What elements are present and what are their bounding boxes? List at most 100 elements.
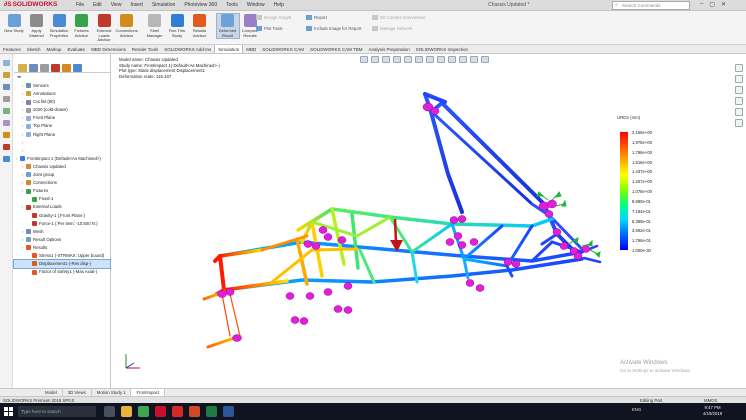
manage-network-button[interactable]: Manage Network (372, 26, 412, 32)
tree-item-mesh[interactable]: › Mesh (14, 228, 110, 236)
3d-content-intervention-button[interactable]: 3D Content Intervention (372, 15, 425, 21)
resources-icon[interactable] (3, 156, 10, 162)
tree-item-right-plane[interactable]: › Right Plane (14, 131, 110, 139)
design-insight-button[interactable]: Design Insight (256, 15, 291, 21)
taskbar-search-input[interactable]: Type here to search (18, 406, 96, 417)
folder-icon[interactable] (3, 72, 10, 78)
legend-color-bar[interactable] (620, 132, 628, 250)
tab-solidworks-cam[interactable]: SOLIDWORKS CAM (259, 45, 307, 53)
display-pane-icon[interactable] (481, 56, 489, 63)
view-orientation-icon[interactable] (415, 56, 423, 63)
tree-item-result-options[interactable]: › Result Options (14, 236, 110, 244)
tree-item-1020-cold-drawn[interactable]: › 1020 (cold-drawn) (14, 106, 110, 114)
bottom-tab-motion-study-1[interactable]: Motion Study 1 (92, 389, 132, 396)
word-icon[interactable] (223, 406, 234, 417)
tree-item-sensors[interactable]: › Sensors (14, 82, 110, 90)
minimize-button[interactable]: – (700, 1, 703, 8)
tab-mbd-dimensions[interactable]: MBD Dimensions (88, 45, 129, 53)
new-study-button[interactable]: New Study (3, 14, 25, 34)
zoom-to-fit-icon[interactable] (360, 56, 368, 63)
tab-render-tools[interactable]: Render Tools (129, 45, 161, 53)
connections-advisor-button[interactable]: Connections Advisor (116, 14, 138, 38)
design-library-icon[interactable] (3, 84, 10, 90)
view-palette-icon[interactable] (735, 97, 743, 105)
search-commands-input[interactable]: ⌕ Search Commands (612, 1, 690, 10)
appearances-icon[interactable] (3, 120, 10, 126)
tab-sketch[interactable]: Sketch (24, 45, 44, 53)
tree-item-blank[interactable]: › (14, 139, 110, 147)
system-clock[interactable]: 9:47 PM 4/19/2019 (703, 405, 722, 417)
tree-item-frontimpact-1-default-as-machi[interactable]: › Frontimpact 1 (Default<As Machined>) (14, 155, 110, 163)
cam-tab-icon[interactable] (73, 64, 82, 72)
tree-item-external-loads[interactable]: › External Loads (14, 203, 110, 211)
close-button[interactable]: ✕ (721, 1, 726, 8)
include-image-for-report-button[interactable]: Include Image for Report (306, 26, 361, 32)
tree-item-displacement1-res-disp[interactable]: Displacement1 (-Res disp-) (13, 259, 111, 270)
tree-item-chassis-updated[interactable]: › Chassis Updated (14, 163, 110, 171)
zoom-to-area-icon[interactable] (371, 56, 379, 63)
tree-item-fixed-1[interactable]: Fixed-1 (14, 195, 110, 203)
system-tray-language[interactable]: ENG (632, 407, 641, 412)
solidworks-logo[interactable]: ∂SSOLIDWORKS (4, 1, 57, 8)
expand-arrow-icon[interactable]: › (22, 147, 26, 155)
external-loads-advisor-button[interactable]: External Loads Advisor (93, 14, 115, 43)
menu-view[interactable]: View (111, 2, 122, 8)
menu-file[interactable]: File (76, 2, 84, 8)
menu-window[interactable]: Window (247, 2, 265, 8)
tree-item-gravity-1-front-plane[interactable]: Gravity-1 (:Front Plane:) (14, 212, 110, 220)
tree-item-force-1-per-item-10-500-n[interactable]: Force-1 (:Per item: -10,500 N:) (14, 220, 110, 228)
tab-solidworks-inspection[interactable]: SOLIDWORKS Inspection (413, 45, 471, 53)
view-settings-icon[interactable] (470, 56, 478, 63)
edit-appearance-icon[interactable] (448, 56, 456, 63)
deformed-result-button[interactable]: Deformed Result (215, 13, 240, 39)
tree-item-connections[interactable]: › Connections (14, 179, 110, 187)
display-manager-tab-icon[interactable] (62, 64, 71, 72)
appearances-icon[interactable] (735, 108, 743, 116)
section-view-icon[interactable] (393, 56, 401, 63)
tree-item-joint-group[interactable]: › Joint group (14, 171, 110, 179)
display-style-icon[interactable] (426, 56, 434, 63)
custom-properties-icon[interactable] (3, 132, 10, 138)
report-button[interactable]: Report (306, 15, 327, 21)
bottom-tab-frontimpact[interactable]: Frontimpact (131, 389, 166, 396)
chrome-icon[interactable] (138, 406, 149, 417)
tab-solidworks-cam-tbm[interactable]: SOLIDWORKS CAM TBM (307, 45, 365, 53)
feature-manager-tab-icon[interactable] (18, 64, 27, 72)
tab-markup[interactable]: Markup (44, 45, 65, 53)
fixtures-advisor-button[interactable]: Fixtures Advisor (71, 14, 93, 38)
hide-show-icon[interactable] (437, 56, 445, 63)
forum-icon[interactable] (3, 144, 10, 150)
excel-icon[interactable] (206, 406, 217, 417)
solidworks-icon[interactable] (172, 406, 183, 417)
tree-item-cut-list-80[interactable]: › Cut list (80) (14, 98, 110, 106)
bottom-tab-model[interactable]: Model (40, 389, 63, 396)
dimxpert-tab-icon[interactable] (51, 64, 60, 72)
file-explorer-icon[interactable] (735, 86, 743, 94)
shell-manager-button[interactable]: Shell Manager (144, 14, 166, 38)
tree-item-fixtures[interactable]: › Fixtures (14, 187, 110, 195)
windows-start-icon[interactable] (4, 407, 13, 416)
custom-properties-icon[interactable] (735, 119, 743, 127)
powerpoint-icon[interactable] (189, 406, 200, 417)
menu-simulation[interactable]: Simulation (152, 2, 175, 8)
task-view-icon[interactable] (104, 406, 115, 417)
view-palette-icon[interactable] (3, 108, 10, 114)
tree-item-front-plane[interactable]: › Front Plane (14, 114, 110, 122)
tree-item-factor-of-safety1-max-axial[interactable]: Factor of Safety1 (-Max Axial-) (14, 268, 110, 276)
file-explorer-icon[interactable] (121, 406, 132, 417)
home-icon[interactable] (3, 60, 10, 66)
tree-item-blank[interactable]: › (14, 147, 110, 155)
bottom-tab-3d-views[interactable]: 3D Views (63, 389, 92, 396)
dynamic-annotation-icon[interactable] (404, 56, 412, 63)
simulation-properties-button[interactable]: Simulation Properties (48, 14, 70, 38)
tab-simulation[interactable]: Simulation (214, 45, 244, 53)
status-units[interactable]: MMGS (704, 398, 717, 403)
menu-photoview-360[interactable]: Photoview 360 (184, 2, 217, 8)
graphics-area[interactable]: Model name: Chassis Updated Study name: … (112, 54, 746, 388)
tree-item-stress1-strmax-upper-bound[interactable]: Stress1 (-STRMAX: Upper bound) (14, 252, 110, 260)
menu-edit[interactable]: Edit (93, 2, 102, 8)
filter-icon[interactable]: ⏷ (17, 75, 22, 82)
tree-item-top-plane[interactable]: › Top Plane (14, 122, 110, 130)
tab-analysis-preparation[interactable]: Analysis Preparation (366, 45, 413, 53)
tab-evaluate[interactable]: Evaluate (65, 45, 89, 53)
